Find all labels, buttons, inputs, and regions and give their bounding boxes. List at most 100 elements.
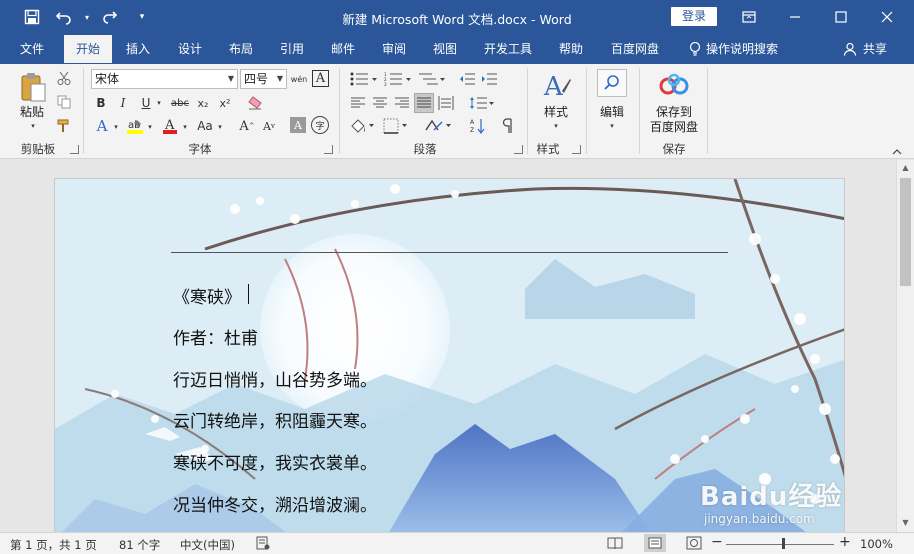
scroll-down-icon[interactable]: ▼ [897, 515, 914, 531]
underline-button[interactable]: U [138, 94, 154, 112]
tab-view[interactable]: 视图 [420, 35, 470, 63]
clipboard-launcher-icon[interactable] [70, 145, 79, 154]
zoom-out-button[interactable]: − [711, 534, 723, 550]
font-name-combo[interactable]: 宋体 ▼ [91, 69, 238, 89]
change-case-dropdown-icon[interactable]: ▾ [215, 118, 225, 136]
paste-label[interactable]: 粘贴 [14, 105, 50, 120]
poem-title[interactable]: 《寒硖》 [173, 283, 241, 308]
macro-record-icon[interactable] [256, 536, 270, 553]
minimize-icon[interactable] [772, 0, 818, 34]
vertical-scrollbar[interactable]: ▲ ▼ [896, 160, 914, 532]
poem-line-2[interactable]: 云门转绝岸，积阻霾天寒。 [173, 407, 377, 432]
distributed-icon[interactable] [437, 94, 455, 112]
undo-icon[interactable] [50, 3, 78, 31]
collapse-ribbon-icon[interactable] [890, 147, 904, 157]
word-count[interactable]: 81 个字 [119, 537, 160, 553]
superscript-button[interactable]: x² [216, 94, 234, 112]
copy-icon[interactable] [56, 94, 72, 110]
search-icon[interactable] [597, 69, 627, 97]
shrink-font-button[interactable]: Av [260, 116, 278, 136]
tab-baidu-netdisk[interactable]: 百度网盘 [603, 35, 667, 63]
print-layout-icon[interactable] [644, 534, 666, 552]
show-formatting-marks-icon[interactable] [498, 116, 518, 136]
save-to-baidu-line1[interactable]: 保存到 [645, 105, 703, 120]
styles-dropdown-icon[interactable]: ▾ [551, 121, 561, 131]
justify-icon[interactable] [414, 93, 434, 113]
paste-icon[interactable] [18, 70, 48, 104]
highlight-dropdown-icon[interactable]: ▾ [145, 118, 155, 136]
zoom-slider-thumb[interactable] [782, 538, 785, 549]
share-user-icon[interactable] [842, 35, 858, 63]
edit-dropdown-icon[interactable]: ▾ [607, 121, 617, 131]
tab-file[interactable]: 文件 [8, 35, 56, 63]
tab-references[interactable]: 引用 [267, 35, 317, 63]
customize-qat-icon[interactable]: ▾ [128, 3, 156, 31]
enclose-characters-icon[interactable]: 字 [311, 116, 329, 134]
font-color-dropdown-icon[interactable]: ▾ [180, 118, 190, 136]
zoom-level[interactable]: 100% [860, 537, 893, 551]
undo-dropdown-icon[interactable]: ▾ [82, 3, 92, 31]
maximize-icon[interactable] [818, 0, 864, 34]
format-painter-icon[interactable] [56, 118, 72, 134]
tab-developer[interactable]: 开发工具 [476, 35, 540, 63]
multilevel-list-icon[interactable] [417, 70, 447, 88]
styles-icon[interactable]: A [541, 70, 573, 104]
decrease-indent-icon[interactable] [458, 70, 476, 88]
clear-formatting-icon[interactable] [246, 94, 264, 112]
share-button[interactable]: 共享 [860, 35, 890, 63]
bold-button[interactable]: B [93, 94, 109, 112]
italic-button[interactable]: I [115, 94, 131, 112]
styles-label[interactable]: 样式 [538, 105, 574, 120]
web-layout-icon[interactable] [686, 536, 702, 553]
tell-me-search[interactable]: 操作说明搜索 [706, 35, 796, 63]
align-right-icon[interactable] [393, 94, 411, 112]
strikethrough-button[interactable]: abc [170, 94, 190, 112]
text-effects-icon[interactable]: A [93, 116, 111, 136]
styles-launcher-icon[interactable] [572, 145, 581, 154]
tab-home[interactable]: 开始 [64, 35, 112, 63]
grow-font-button[interactable]: A ^ [238, 116, 256, 136]
edit-label[interactable]: 编辑 [594, 105, 630, 120]
zoom-in-button[interactable]: + [839, 534, 851, 550]
text-effects-dropdown-icon[interactable]: ▾ [111, 118, 121, 136]
scroll-thumb[interactable] [900, 178, 911, 286]
zoom-slider[interactable] [726, 544, 834, 545]
login-button[interactable]: 登录 [671, 7, 717, 26]
cut-icon[interactable] [56, 70, 72, 86]
poem-line-4[interactable]: 况当仲冬交，溯沿增波澜。 [173, 491, 377, 516]
numbering-icon[interactable]: 123 [383, 70, 413, 88]
phonetic-guide-icon[interactable]: wén [290, 70, 308, 88]
highlight-color-icon[interactable]: ab [125, 116, 145, 136]
poem-author[interactable]: 作者：杜甫 [173, 324, 258, 349]
ribbon-display-options-icon[interactable] [726, 0, 772, 34]
page-count[interactable]: 第 1 页，共 1 页 [10, 537, 97, 553]
poem-line-1[interactable]: 行迈日悄悄，山谷势多端。 [173, 366, 377, 391]
scroll-up-icon[interactable]: ▲ [897, 160, 914, 176]
align-center-icon[interactable] [371, 94, 389, 112]
language-indicator[interactable]: 中文(中国) [180, 537, 235, 553]
underline-dropdown-icon[interactable]: ▾ [154, 94, 164, 112]
close-icon[interactable] [864, 0, 910, 34]
line-spacing-icon[interactable] [468, 94, 496, 112]
save-to-baidu-line2[interactable]: 百度网盘 [645, 120, 703, 135]
character-shading-icon[interactable]: A [290, 117, 306, 133]
change-case-button[interactable]: Aa [194, 116, 216, 136]
shading-icon[interactable] [349, 116, 377, 136]
redo-icon[interactable] [96, 3, 124, 31]
increase-indent-icon[interactable] [480, 70, 498, 88]
tab-mailings[interactable]: 邮件 [318, 35, 368, 63]
sort-icon[interactable]: AZ [468, 116, 488, 136]
font-launcher-icon[interactable] [324, 145, 333, 154]
character-border-icon[interactable]: A [312, 70, 329, 87]
tab-review[interactable]: 审阅 [369, 35, 419, 63]
font-color-icon[interactable]: A [160, 116, 180, 136]
tab-layout[interactable]: 布局 [216, 35, 266, 63]
baidu-netdisk-icon[interactable] [658, 72, 690, 98]
tab-help[interactable]: 帮助 [546, 35, 596, 63]
borders-icon[interactable] [382, 116, 410, 136]
font-size-combo[interactable]: 四号 ▼ [240, 69, 287, 89]
tab-insert[interactable]: 插入 [114, 35, 162, 63]
save-icon[interactable] [18, 3, 46, 31]
chinese-layout-icon[interactable] [423, 116, 453, 136]
read-mode-icon[interactable] [607, 536, 623, 553]
